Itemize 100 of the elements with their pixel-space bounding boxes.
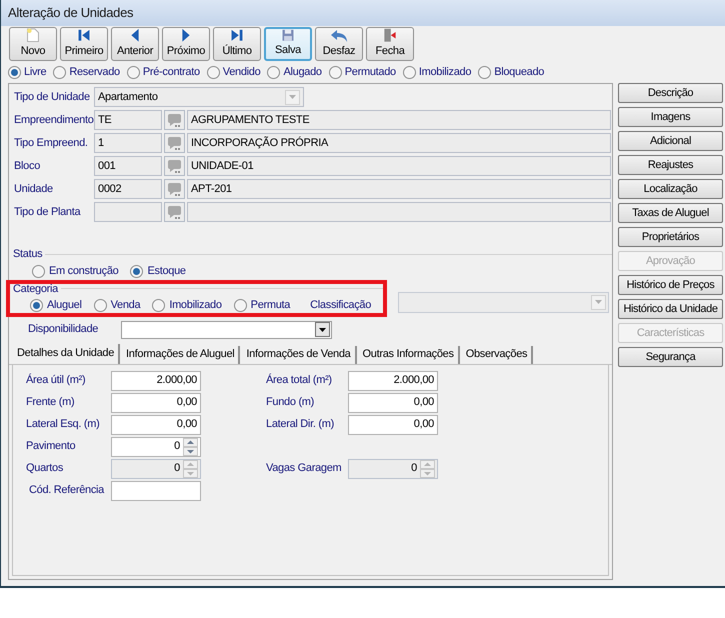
radio-label: Reservado (69, 64, 120, 80)
toolbar-button[interactable]: Salva (264, 27, 312, 61)
number-field[interactable] (111, 480, 201, 500)
radio-button[interactable] (267, 66, 280, 78)
number-field[interactable]: 0,00 (348, 414, 438, 434)
lookup-button[interactable] (164, 110, 185, 130)
side-button[interactable]: Descrição (618, 83, 723, 103)
side-button[interactable]: Histórico da Unidade (618, 299, 723, 319)
code-field[interactable]: 001 (94, 156, 162, 176)
side-button[interactable]: Proprietários (618, 227, 723, 247)
field-label: Vagas Garagem (266, 461, 342, 476)
radio-label: Em construção (49, 264, 118, 279)
spinner-arrows-icon[interactable] (183, 438, 198, 456)
field-label: Fundo (m) (266, 395, 316, 410)
skip-forward-icon (229, 28, 245, 42)
classification-dropdown[interactable] (398, 292, 609, 312)
radio-button[interactable] (402, 66, 416, 78)
field-label: Tipo de Planta (14, 204, 82, 220)
radio-label: Aluguel (47, 298, 82, 313)
toolbar-button[interactable]: Desfaz (315, 27, 363, 61)
field-label: Unidade (14, 182, 54, 197)
radio-label: Vendido (222, 64, 260, 80)
speech-bubble-icon (166, 181, 182, 197)
radio-button[interactable] (8, 66, 21, 78)
radio-label: Pré-contrato (142, 64, 200, 80)
radio-label: Venda (110, 298, 140, 313)
code-field[interactable]: 1 (94, 133, 162, 153)
radio-label: Alugado (283, 64, 322, 80)
description-field[interactable]: AGRUPAMENTO TESTE (187, 110, 611, 130)
field-label: Disponibilidade (28, 322, 100, 338)
skip-back-icon (76, 28, 92, 42)
radio-button[interactable] (94, 298, 107, 312)
field-label: Lateral Esq. (m) (26, 417, 100, 432)
speech-bubble-icon (166, 204, 182, 220)
side-button[interactable]: Reajustes (618, 155, 723, 175)
field-label: Área útil (m²) (26, 372, 86, 388)
number-field[interactable]: 0,00 (111, 392, 201, 412)
toolbar-button[interactable]: Primeiro (60, 27, 108, 61)
radio-button[interactable] (206, 66, 220, 78)
code-field[interactable] (94, 202, 162, 222)
radio-label: Permuta (250, 298, 290, 313)
radio-label: Imobilizado (169, 298, 222, 313)
number-field[interactable]: 2.000,00 (348, 370, 438, 390)
field-label: Bloco (14, 158, 42, 174)
radio-button[interactable] (130, 264, 144, 278)
group-title: Categoria (13, 282, 58, 296)
number-field[interactable]: 0,00 (111, 414, 201, 434)
radio-label: Permutado (344, 64, 396, 80)
side-button[interactable]: Segurança (618, 347, 723, 367)
group-title: Status (13, 247, 42, 262)
unit-type-dropdown[interactable]: Apartamento (94, 87, 304, 107)
radio-button[interactable] (53, 66, 66, 78)
code-field[interactable]: TE (94, 110, 162, 130)
field-label: Quartos (26, 461, 64, 476)
radio-button[interactable] (126, 66, 140, 78)
description-field[interactable]: INCORPORAÇÃO PRÓPRIA (187, 133, 611, 153)
field-label: Área total (m²) (266, 372, 333, 388)
number-spinner[interactable]: 0 (111, 436, 201, 456)
side-button[interactable]: Taxas de Aluguel (618, 203, 723, 223)
side-button[interactable]: Imagens (618, 107, 723, 127)
side-button[interactable]: Histórico de Preços (618, 275, 723, 295)
radio-label: Bloqueado (494, 64, 544, 80)
speech-bubble-icon (166, 112, 182, 128)
toolbar-button[interactable]: Último (213, 27, 261, 61)
window-title: Alteração de Unidades (8, 4, 134, 22)
description-field[interactable] (187, 202, 611, 222)
toolbar-button[interactable]: Anterior (111, 27, 159, 61)
radio-label: Livre (24, 64, 46, 80)
number-field[interactable]: 0,00 (348, 392, 438, 412)
toolbar-button[interactable]: Próximo (162, 27, 210, 61)
undo-arrow-icon (330, 28, 348, 42)
radio-button[interactable] (32, 264, 45, 278)
side-button[interactable]: Localização (618, 179, 723, 199)
speech-bubble-icon (166, 158, 182, 174)
lookup-button[interactable] (164, 133, 185, 153)
lookup-button[interactable] (164, 202, 185, 222)
number-field[interactable]: 2.000,00 (111, 370, 201, 390)
side-button[interactable]: Adicional (618, 131, 723, 151)
field-label: Tipo Empreend. (14, 136, 89, 151)
description-field[interactable]: UNIDADE-01 (187, 156, 611, 176)
field-label: Empreendimento (14, 112, 92, 128)
field-label: Tipo de Unidade (14, 90, 91, 105)
radio-button[interactable] (152, 298, 166, 312)
toolbar-button[interactable]: Fecha (366, 27, 414, 61)
lookup-button[interactable] (164, 179, 185, 199)
speech-bubble-icon (166, 135, 182, 151)
triangle-right-icon (180, 28, 192, 42)
field-label: Cód. Referência (28, 483, 106, 498)
toolbar-button[interactable]: Novo (9, 27, 57, 61)
radio-button[interactable] (328, 66, 342, 78)
radio-label: Imobilizado (418, 64, 472, 80)
radio-button[interactable] (478, 66, 492, 78)
lookup-button[interactable] (164, 156, 185, 176)
description-field[interactable]: APT-201 (187, 179, 611, 199)
code-field[interactable]: 0002 (94, 179, 162, 199)
radio-button[interactable] (30, 298, 43, 312)
triangle-left-icon (129, 28, 141, 42)
field-label: Classificação (310, 298, 372, 313)
radio-label: Estoque (147, 264, 186, 279)
radio-button[interactable] (234, 298, 247, 312)
